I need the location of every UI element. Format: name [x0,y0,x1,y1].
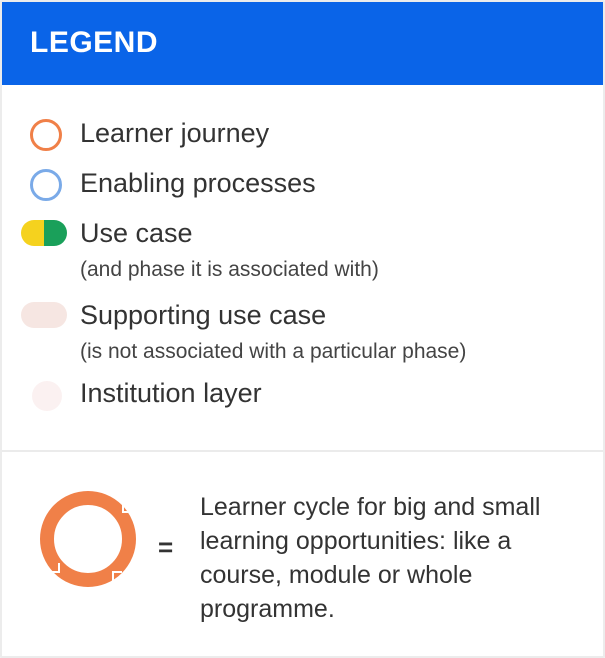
learner-cycle-ring-icon [40,491,136,587]
cycle-description-line: programme. [200,595,335,623]
orange-ring-icon [30,119,62,151]
legend-label: Enabling processes [80,168,316,198]
ring-tick-mark [112,571,122,581]
supporting-use-case-pill-icon [21,302,67,328]
equals-sign: = [158,532,174,562]
cycle-description-line: course, module or whole [200,561,473,589]
legend-title: LEGEND [30,26,159,59]
blue-ring-icon [30,169,62,201]
ring-tick-mark [50,563,60,573]
legend-label: Institution layer [80,378,262,408]
legend-label: Supporting use case [80,300,327,330]
cycle-description: Learner cycle for big and small learning… [200,490,590,626]
cycle-description-line: learning opportunities: like a [200,527,512,555]
ring-tick-mark [122,503,132,513]
legend-label: Use case [80,218,193,248]
use-case-pill-right [44,220,67,246]
legend-sublabel: (and phase it is associated with) [80,258,379,281]
use-case-pill-left [21,220,44,246]
legend-label: Learner journey [80,118,270,148]
institution-layer-dot-icon [32,381,62,411]
legend-card: LEGEND Learner journey Enabling processe… [0,0,605,658]
legend-header: LEGEND [2,2,603,85]
legend-sublabel: (is not associated with a particular pha… [80,340,467,363]
use-case-pill-icon [21,220,67,246]
divider [2,450,603,452]
cycle-description-line: Learner cycle for big and small [200,493,541,521]
